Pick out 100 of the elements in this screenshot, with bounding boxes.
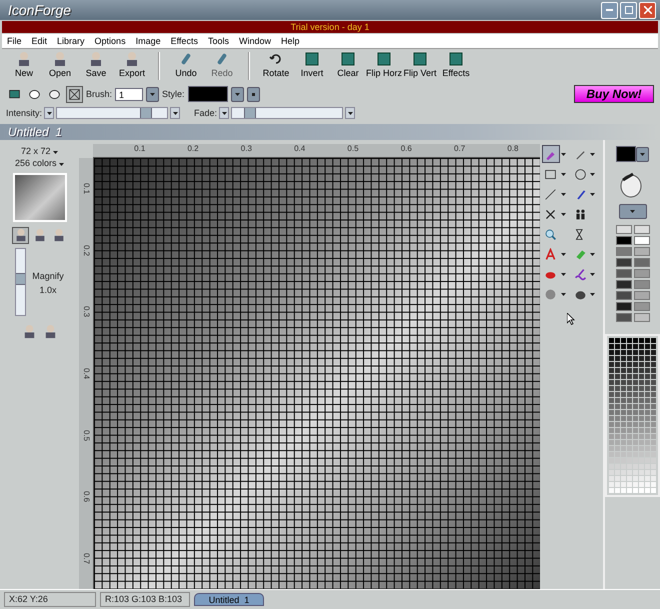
palette-color[interactable] <box>634 291 650 300</box>
eraser-icon <box>574 248 587 260</box>
menu-item[interactable]: Effects <box>170 36 198 46</box>
toolbar-button[interactable]: Effects <box>438 51 474 81</box>
toolbar-button[interactable]: Flip Horz <box>366 51 402 81</box>
grayscale-palette[interactable] <box>605 334 660 497</box>
magnify-slider-track[interactable] <box>15 248 26 316</box>
scroll-left-button[interactable] <box>219 107 230 119</box>
brush-label: Brush: <box>86 89 112 99</box>
add-button[interactable] <box>246 86 260 102</box>
ruler-label: 0.7 <box>454 144 466 155</box>
palette-color[interactable] <box>616 302 632 311</box>
ruler-label: 0.6 <box>400 144 412 155</box>
window-title: IconForge <box>8 2 72 18</box>
person-icon <box>16 51 32 67</box>
caret-icon[interactable] <box>46 112 52 114</box>
toolbar-button[interactable]: New <box>6 51 42 81</box>
current-color-swatch[interactable] <box>616 146 636 162</box>
toolbar-button[interactable]: Export <box>114 51 150 81</box>
buy-now-button[interactable]: Buy Now! <box>574 85 654 103</box>
document-title: Untitled 1 <box>8 125 62 139</box>
caret-icon[interactable] <box>590 292 596 296</box>
caret-icon[interactable] <box>560 172 566 176</box>
caret-icon[interactable] <box>222 112 227 114</box>
wave-brush-icon <box>574 268 587 280</box>
caret-icon[interactable] <box>560 292 566 296</box>
ruler-label: 0.8 <box>507 144 518 155</box>
caret-icon[interactable] <box>630 210 635 213</box>
palette-color[interactable] <box>616 236 632 245</box>
style-swatch[interactable] <box>188 86 228 102</box>
caret-icon[interactable] <box>59 163 64 166</box>
caret-icon[interactable] <box>348 112 353 114</box>
brush-size-field[interactable]: 1 <box>115 88 144 100</box>
menu-item[interactable]: Edit <box>32 36 48 46</box>
dropdown-button[interactable] <box>230 86 244 102</box>
scroll-right-button[interactable] <box>170 107 180 119</box>
maximize-button[interactable] <box>620 2 637 18</box>
person-icon <box>52 228 66 242</box>
view-mode-button[interactable] <box>66 86 83 102</box>
caret-icon[interactable] <box>590 192 596 196</box>
caret-icon[interactable] <box>640 152 645 156</box>
palette-color[interactable] <box>616 291 632 300</box>
toolbar-button[interactable]: Save <box>78 51 114 81</box>
menu-item[interactable]: Library <box>57 36 85 46</box>
image-size-dropdown[interactable]: 72 x 72 <box>21 146 58 156</box>
toolbar-button[interactable]: Clear <box>330 51 366 81</box>
toolbar-button[interactable]: Flip Vert <box>402 51 438 81</box>
caret-icon[interactable] <box>234 92 240 96</box>
pixel-color-value: R:103 G:103 B:103 <box>100 592 190 607</box>
caret-icon[interactable] <box>172 112 178 114</box>
palette-color[interactable] <box>616 258 632 267</box>
palette-color[interactable] <box>634 280 650 289</box>
minimize-button[interactable] <box>601 2 618 18</box>
caret-icon[interactable] <box>560 272 566 276</box>
document-tab[interactable]: Untitled 1 <box>194 593 264 606</box>
menu-item[interactable]: File <box>7 36 22 46</box>
menu-item[interactable]: Tools <box>208 36 229 46</box>
scroll-right-button[interactable] <box>345 107 356 119</box>
palette-color[interactable] <box>616 247 632 256</box>
caret-icon[interactable] <box>560 152 566 156</box>
palette-color[interactable] <box>616 269 632 278</box>
scroll-left-button[interactable] <box>44 107 54 119</box>
menu-item[interactable]: Window <box>238 36 271 46</box>
menu-item[interactable]: Image <box>136 36 161 46</box>
ellipse-icon <box>574 168 587 180</box>
caret-icon[interactable] <box>560 252 566 256</box>
slider-thumb[interactable] <box>244 108 256 118</box>
menu-item[interactable]: Help <box>280 36 300 46</box>
toolbar-button[interactable]: Invert <box>294 51 330 81</box>
pixel-grid-canvas[interactable] <box>94 158 540 589</box>
caret-icon[interactable] <box>590 152 596 156</box>
palette-color[interactable] <box>616 280 632 289</box>
toolbar-button[interactable]: Open <box>42 51 78 81</box>
palette-color[interactable] <box>634 247 650 256</box>
palette-color[interactable] <box>634 313 650 322</box>
palette-color[interactable] <box>634 258 650 267</box>
palette-color[interactable] <box>634 302 650 311</box>
toolbar-button[interactable]: Rotate <box>258 51 294 81</box>
caret-icon[interactable] <box>590 272 596 276</box>
palette-color[interactable] <box>616 313 632 322</box>
magnify-slider-thumb[interactable] <box>16 273 26 285</box>
menu-item[interactable]: Options <box>94 36 126 46</box>
tool-button[interactable] <box>542 145 560 163</box>
caret-icon[interactable] <box>150 92 156 96</box>
caret-icon[interactable] <box>590 252 596 256</box>
letter-a-icon <box>544 248 558 260</box>
dropdown-button[interactable] <box>636 146 649 162</box>
toolbar-button[interactable]: Undo <box>168 51 204 81</box>
close-button[interactable] <box>639 2 656 18</box>
caret-icon[interactable] <box>53 151 58 154</box>
caret-icon[interactable] <box>590 172 596 176</box>
color-depth-dropdown[interactable]: 256 colors <box>15 158 64 168</box>
slider-thumb[interactable] <box>140 108 152 118</box>
palette-color[interactable] <box>634 269 650 278</box>
palette-color[interactable] <box>634 236 650 245</box>
ruler-label: 0.3 <box>82 306 91 318</box>
caret-icon[interactable] <box>560 212 566 216</box>
preview-mode-button[interactable] <box>12 226 30 244</box>
dropdown-button[interactable] <box>146 86 160 102</box>
caret-icon[interactable] <box>560 192 566 196</box>
